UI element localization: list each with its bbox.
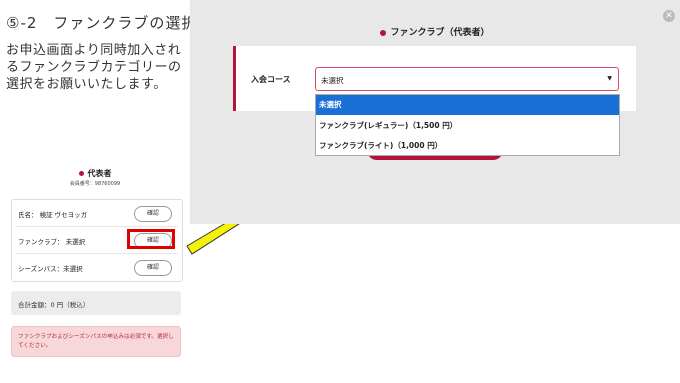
row-name: 氏名： 検証 ヴセヨッガ 確認 — [12, 200, 182, 226]
close-icon[interactable]: ✕ — [663, 10, 675, 22]
row-seasonpass-label: シーズンパス：未選択 — [18, 265, 83, 273]
option-light[interactable]: ファンクラブ(ライト)（1,000 円） — [316, 136, 619, 156]
dropdown-caret-icon: ▼ — [607, 75, 612, 82]
step-description: お申込画面より同時加入されるファンクラブカテゴリーの選択をお願いいたします。 — [6, 43, 182, 92]
highlight-box — [127, 229, 175, 249]
total-amount-box: 合計金額：0 円（税込） — [11, 291, 181, 315]
bullet-icon — [78, 171, 84, 176]
row-seasonpass: シーズンパス：未選択 確認 — [12, 254, 182, 280]
confirm-seasonpass-button[interactable]: 確認 — [134, 260, 172, 276]
row-name-label: 氏名： 検証 ヴセヨッガ — [18, 211, 88, 219]
modal-heading: ファンクラブ（代表者） — [190, 25, 680, 38]
bullet-icon — [380, 29, 387, 36]
required-alert: ファンクラブおよびシーズンパスの申込みは必須です。選択してください。 — [11, 326, 181, 357]
representative-title: 代表者 — [87, 169, 112, 178]
course-dropdown-list: 未選択 ファンクラブ(レギュラー)（1,500 円） ファンクラブ(ライト)（1… — [315, 94, 620, 156]
option-unselected[interactable]: 未選択 — [316, 95, 619, 115]
row-fanclub-label: ファンクラブ： 未選択 — [18, 238, 86, 246]
total-amount: 合計金額：0 円（税込） — [18, 301, 90, 309]
representative-heading: 代表者 — [0, 168, 190, 179]
option-regular[interactable]: ファンクラブ(レギュラー)（1,500 円） — [316, 116, 619, 136]
course-select-value: 未選択 — [321, 76, 344, 85]
step-title: ⑤-2 ファンクラブの選択 — [6, 14, 198, 32]
course-select[interactable]: 未選択 ▼ — [315, 67, 619, 91]
card-accent-bar — [233, 46, 236, 111]
course-label: 入会コース — [251, 75, 291, 84]
modal-title: ファンクラブ（代表者） — [390, 28, 490, 38]
confirm-name-button[interactable]: 確認 — [134, 206, 172, 222]
alert-text: ファンクラブおよびシーズンパスの申込みは必須です。選択してください。 — [18, 334, 174, 349]
member-number: 会員番号：98760099 — [69, 181, 121, 187]
